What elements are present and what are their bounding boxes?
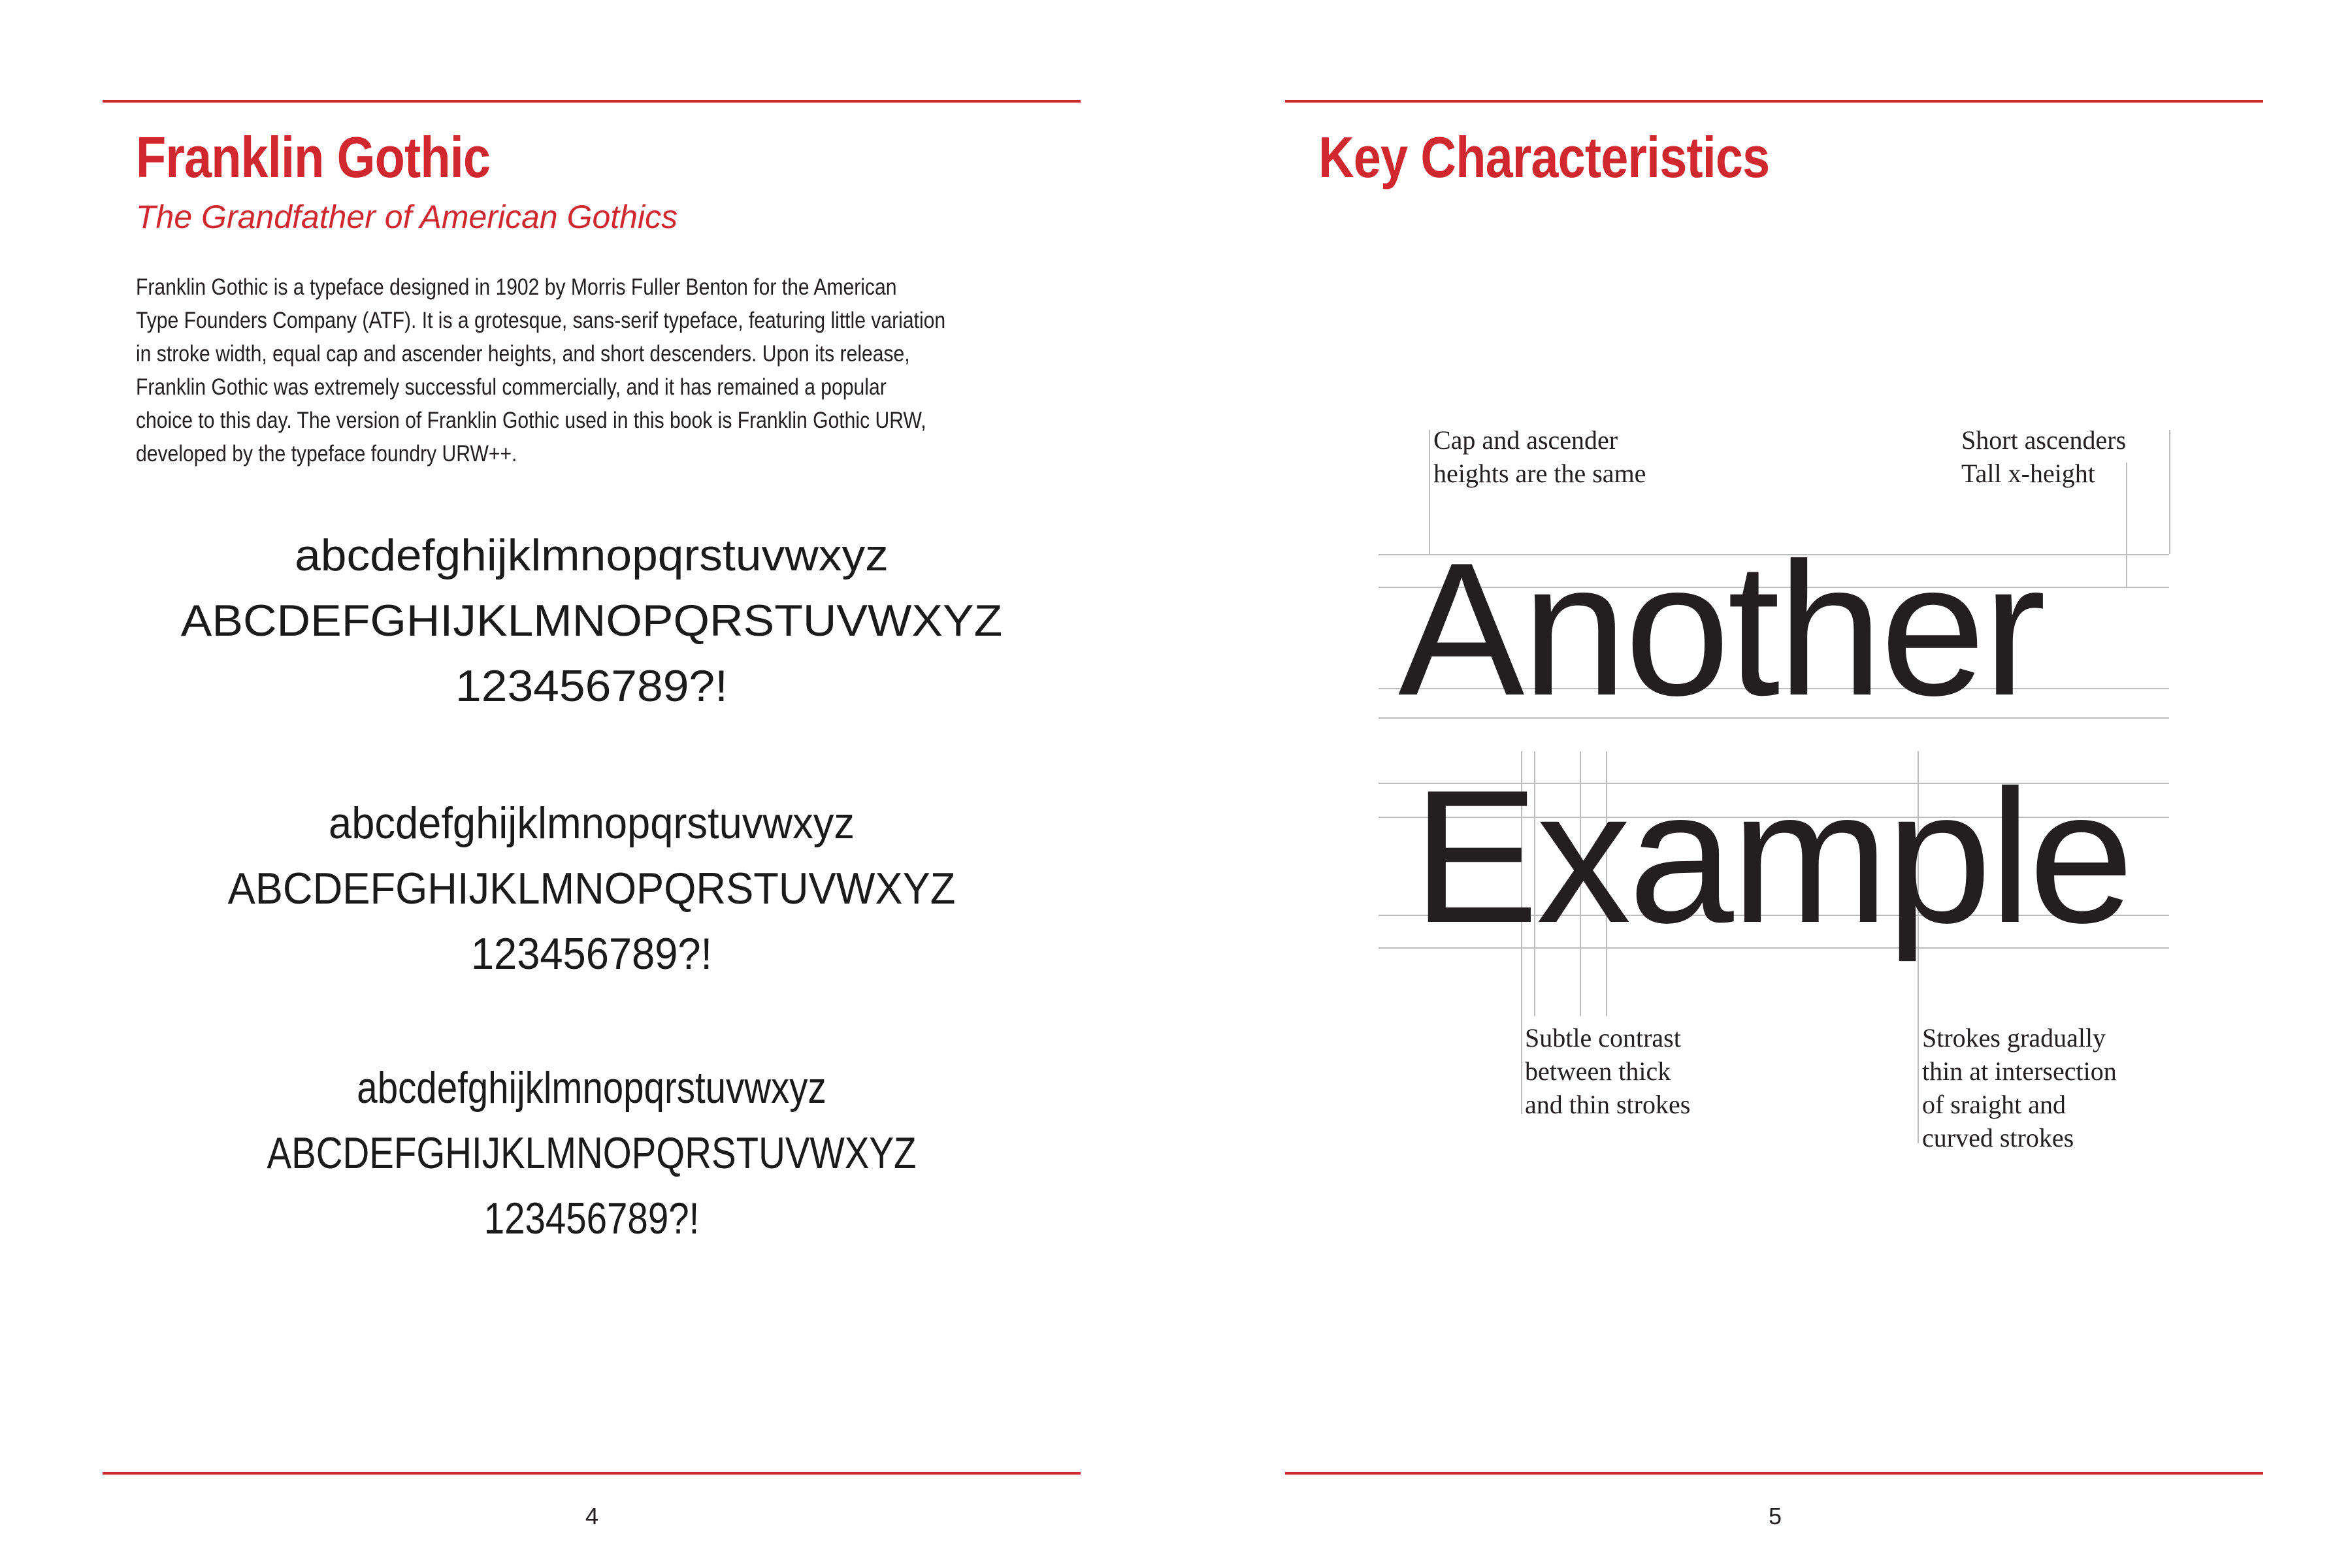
annotation-short-ascenders: Short ascenders Tall x-height: [1961, 425, 2127, 488]
page-number: 4: [585, 1503, 599, 1529]
right-page: Key Characteristics Another Example Cap …: [1176, 0, 2352, 1568]
specimen-lowercase: abcdefghijklmnopqrstuvwxyz: [295, 531, 889, 580]
body-line: Franklin Gothic was extremely successful…: [136, 374, 887, 400]
specimen-uppercase: ABCDEFGHIJKLMNOPQRSTUVWXYZ: [267, 1128, 917, 1178]
specimen-block-2: abcdefghijklmnopqrstuvwxyz ABCDEFGHIJKLM…: [103, 791, 1081, 987]
body-line: developed by the typeface foundry URW++.: [136, 441, 517, 466]
page-number: 5: [1768, 1503, 1782, 1529]
page-title: Franklin Gothic: [136, 125, 491, 189]
annotation-stroke-thinning: Strokes gradually thin at intersection o…: [1922, 1023, 2117, 1152]
bottom-rule: [103, 1472, 1081, 1475]
body-line: Franklin Gothic is a typeface designed i…: [136, 274, 897, 300]
top-rule: [103, 100, 1081, 103]
page-subtitle: The Grandfather of American Gothics: [136, 199, 678, 235]
top-rule: [1285, 100, 2263, 103]
page-title: Key Characteristics: [1318, 125, 1770, 189]
specimen-block-1: abcdefghijklmnopqrstuvwxyz ABCDEFGHIJKLM…: [103, 523, 1081, 719]
specimen-uppercase: ABCDEFGHIJKLMNOPQRSTUVWXYZ: [227, 864, 956, 913]
body-paragraph: Franklin Gothic is a typeface designed i…: [136, 270, 946, 470]
specimen-uppercase: ABCDEFGHIJKLMNOPQRSTUVWXYZ: [180, 596, 1003, 645]
leader-line: [2169, 430, 2170, 554]
body-line: choice to this day. The version of Frank…: [136, 408, 926, 433]
specimen-lowercase: abcdefghijklmnopqrstuvwxyz: [329, 798, 855, 848]
specimen-digits: 123456789?!: [483, 1194, 700, 1243]
specimen-block-3: abcdefghijklmnopqrstuvwxyz ABCDEFGHIJKLM…: [103, 1055, 1081, 1251]
body-line: Type Founders Company (ATF). It is a gro…: [136, 308, 946, 333]
annotation-cap-ascender: Cap and ascender heights are the same: [1433, 425, 1646, 488]
bottom-rule: [1285, 1472, 2263, 1475]
specimen-lowercase: abcdefghijklmnopqrstuvwxyz: [357, 1063, 826, 1113]
left-page: Franklin Gothic The Grandfather of Ameri…: [0, 0, 1176, 1568]
specimen-digits: 123456789?!: [455, 661, 728, 711]
specimen-digits: 123456789?!: [470, 929, 713, 979]
body-line: in stroke width, equal cap and ascender …: [136, 341, 910, 367]
sample-word-example: Example: [1413, 751, 2134, 962]
sample-word-another: Another: [1398, 523, 2046, 735]
annotation-stroke-contrast: Subtle contrast between thick and thin s…: [1525, 1023, 1691, 1119]
leader-line: [2126, 463, 2127, 587]
